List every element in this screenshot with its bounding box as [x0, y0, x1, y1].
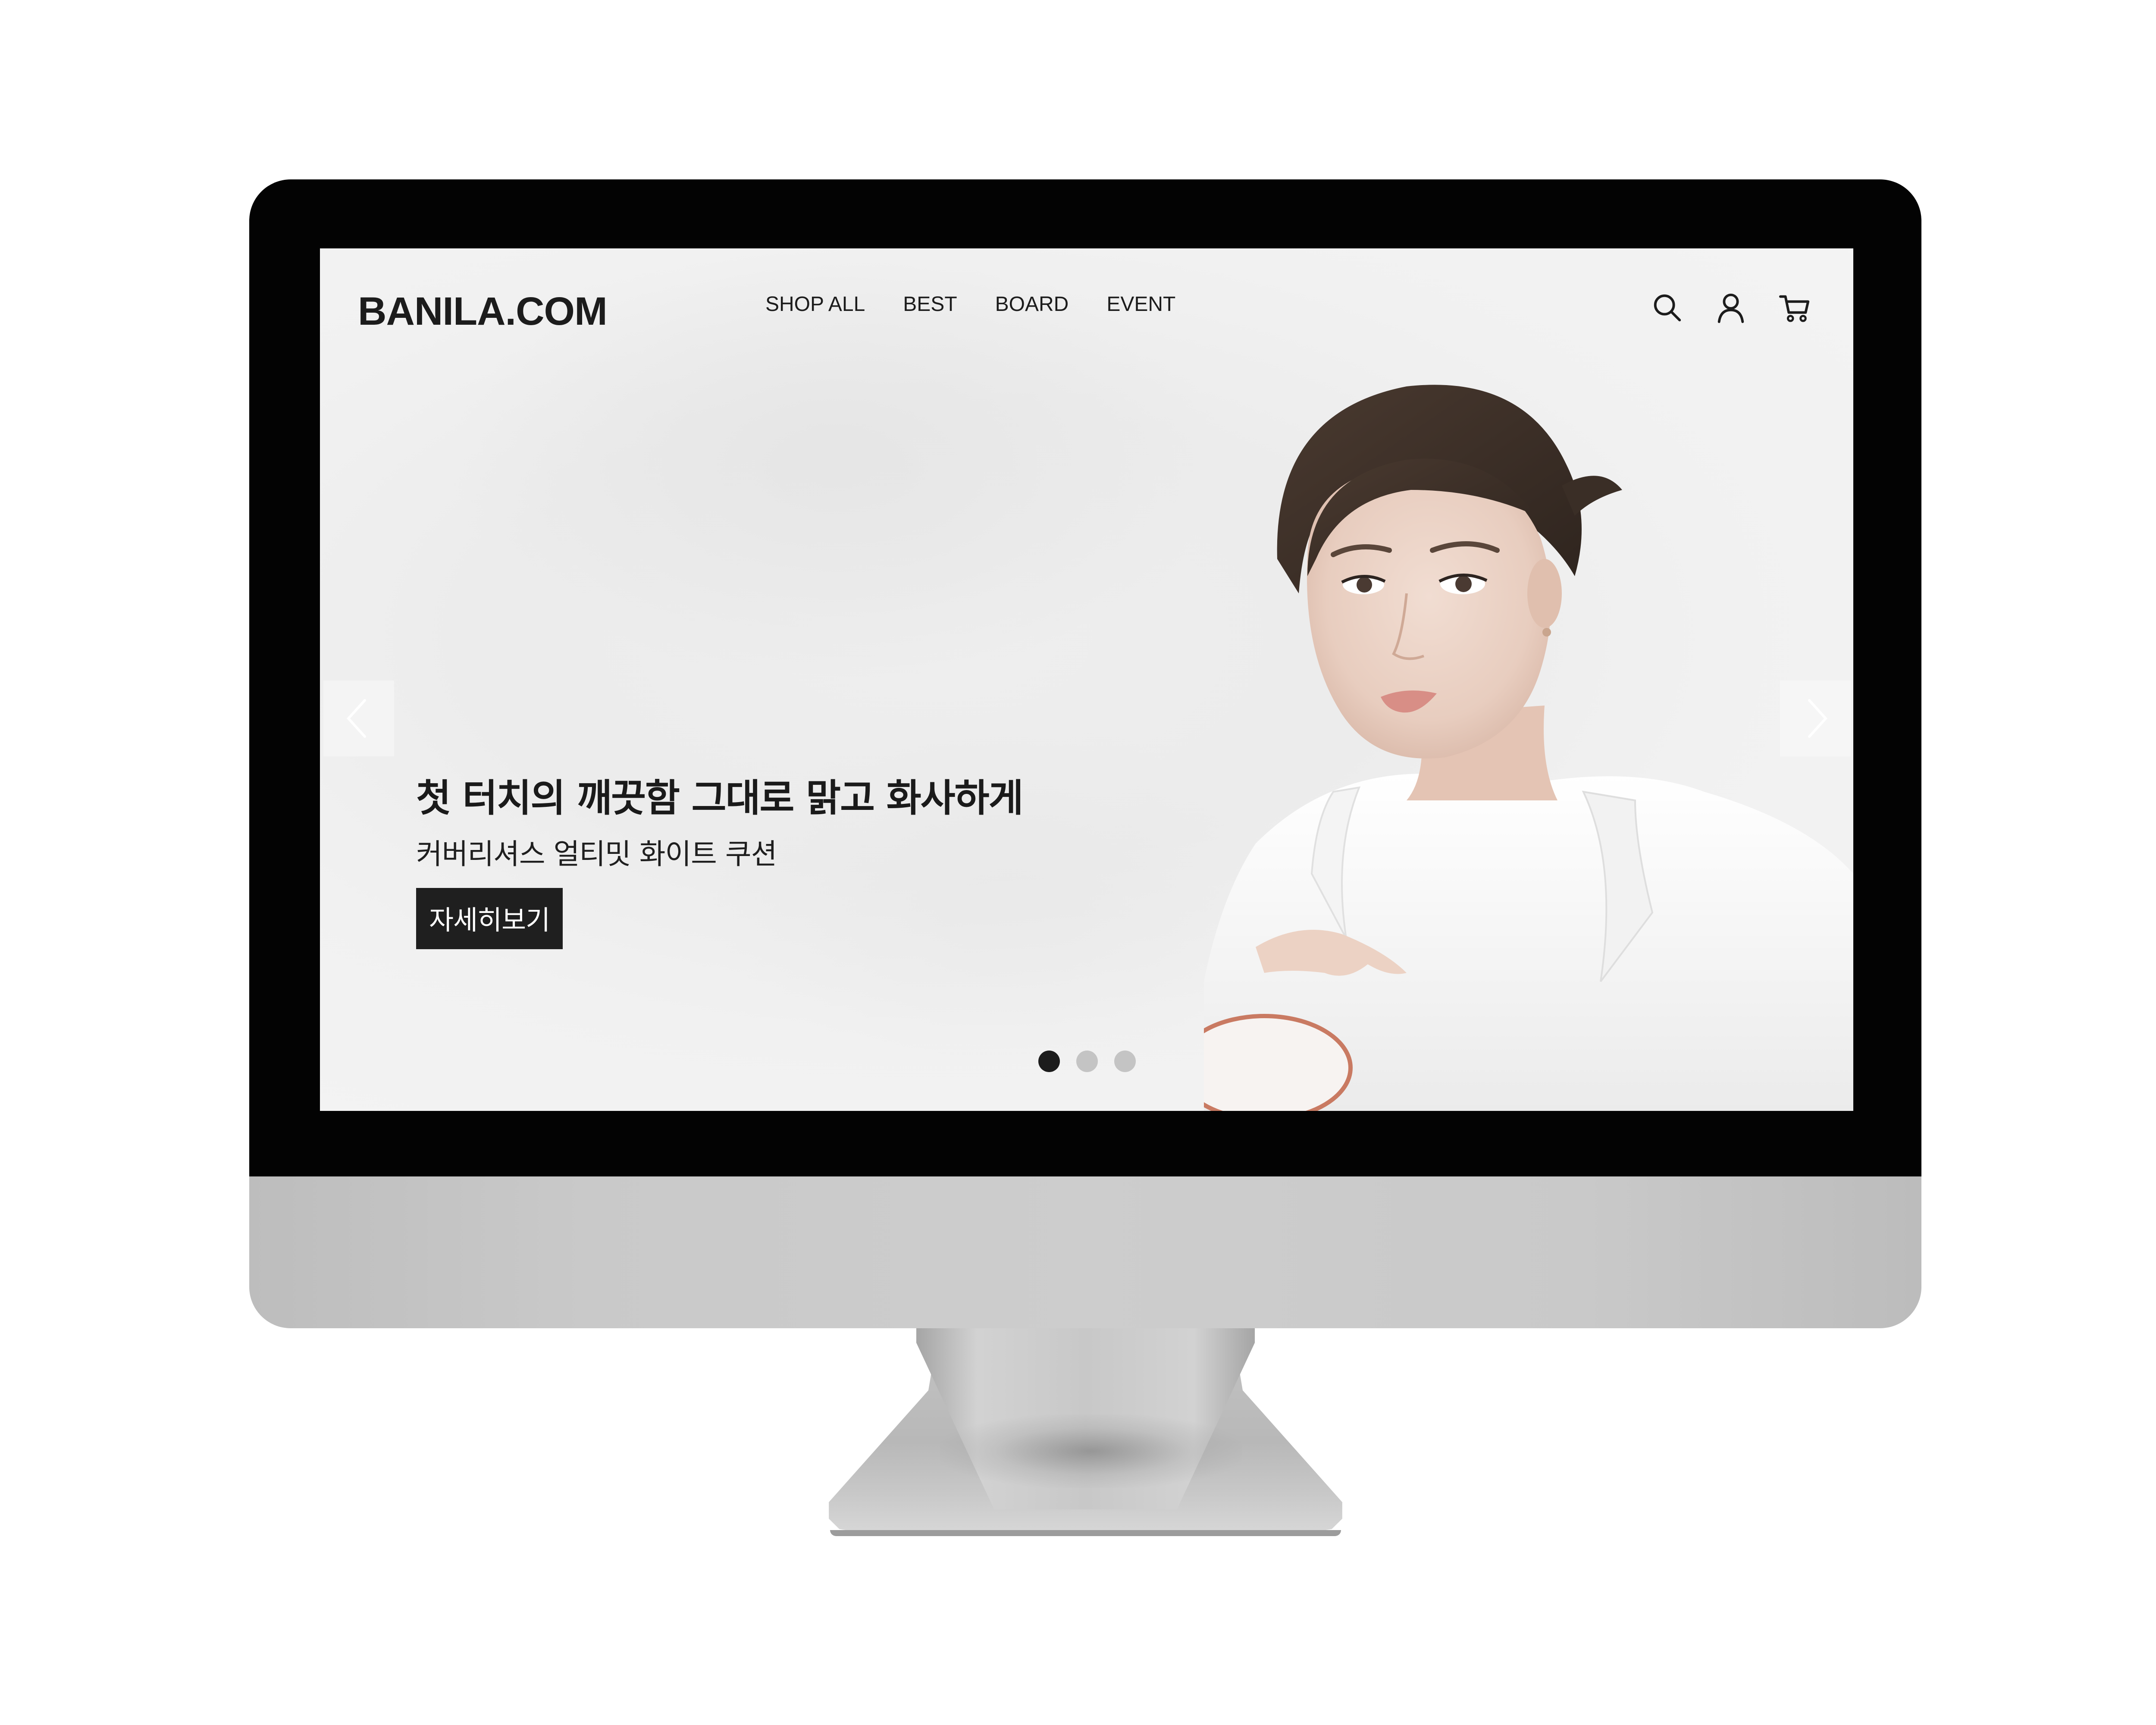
hero-subtitle: 커버리셔스 얼티밋 화이트 쿠션	[416, 837, 777, 871]
hero-content: 첫 터치의 깨끗함 그대로 맑고 화사하게 커버리셔스 얼티밋 화이트 쿠션 자…	[416, 768, 1024, 949]
monitor-stand-shadow	[940, 1414, 1242, 1488]
slider-prev-button[interactable]	[323, 681, 394, 756]
slider-dot-1[interactable]	[1038, 1051, 1060, 1072]
nav-item-best[interactable]: BEST	[903, 292, 957, 316]
details-button[interactable]: 자세히보기	[416, 888, 563, 949]
search-icon[interactable]	[1650, 291, 1684, 324]
slider-dot-3[interactable]	[1114, 1051, 1136, 1072]
hero-model-image	[1204, 385, 1853, 1111]
website-screen: BANILA.COM SHOP ALL BEST BOARD EVENT 첫 터…	[320, 248, 1853, 1111]
nav-item-board[interactable]: BOARD	[995, 292, 1069, 316]
hero-headline: 첫 터치의 깨끗함 그대로 맑고 화사하게	[416, 776, 1024, 820]
nav-item-shop-all[interactable]: SHOP ALL	[765, 292, 865, 316]
slider-dot-2[interactable]	[1076, 1051, 1098, 1072]
cart-icon[interactable]	[1778, 291, 1811, 324]
monitor-stand-edge	[830, 1530, 1341, 1536]
slider-pagination	[1038, 1051, 1136, 1072]
monitor-chin	[249, 1176, 1921, 1328]
main-nav: SHOP ALL BEST BOARD EVENT	[765, 292, 1175, 316]
slider-next-button[interactable]	[1780, 681, 1851, 756]
site-logo[interactable]: BANILA.COM	[358, 289, 608, 334]
chevron-right-icon	[1808, 699, 1828, 738]
header-icons	[1650, 291, 1811, 324]
chevron-left-icon	[346, 699, 366, 738]
nav-item-event[interactable]: EVENT	[1106, 292, 1175, 316]
user-icon[interactable]	[1714, 291, 1748, 324]
